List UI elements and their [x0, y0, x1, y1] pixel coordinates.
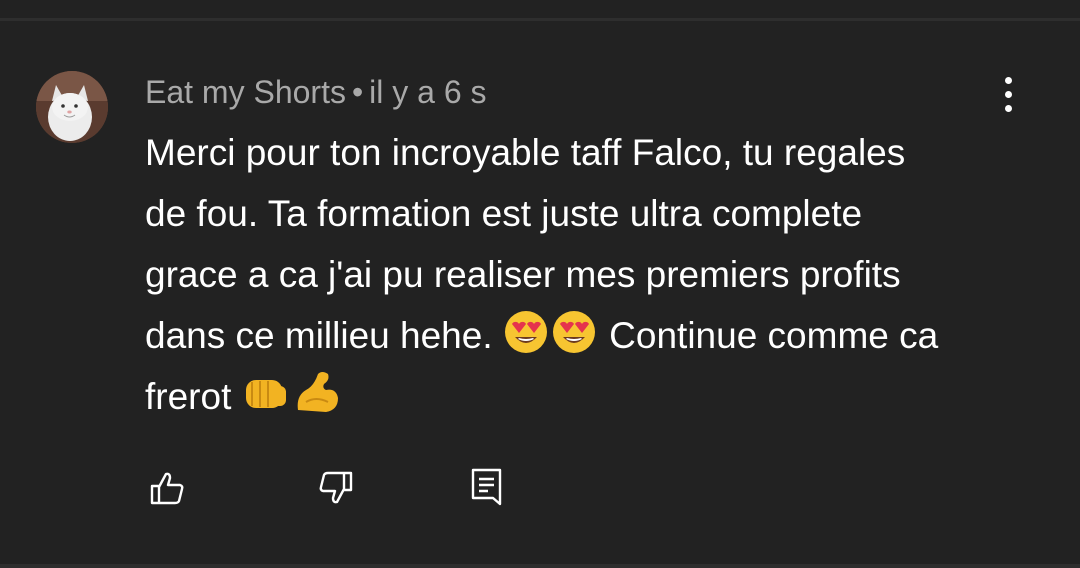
thumb-down-icon	[319, 471, 353, 504]
ellipsis-dot	[1004, 90, 1012, 98]
cat-avatar-image	[36, 71, 108, 143]
comment-line: Continue comme ca	[609, 315, 939, 356]
vertical-ellipsis-icon	[1004, 76, 1012, 84]
comment-line: dans ce millieu hehe.	[145, 315, 493, 356]
comment-line: Merci pour ton incroyable taff Falco, tu…	[145, 132, 906, 173]
reply-comment-icon	[471, 468, 502, 506]
timestamp: il y a 6 s	[369, 74, 487, 110]
author-name[interactable]: Eat my Shorts	[145, 74, 346, 110]
like-button[interactable]	[145, 466, 189, 510]
comment-meta: Eat my Shorts • il y a 6 s	[145, 72, 487, 112]
thumb-up-icon	[150, 472, 184, 505]
comment-line: de fou. Ta formation est juste ultra com…	[145, 193, 863, 234]
meta-separator: •	[351, 74, 364, 110]
comment-screen: Eat my Shorts • il y a 6 s Merci pour ton …	[0, 0, 1080, 568]
reply-button[interactable]	[464, 466, 508, 510]
comment-body: Merci pour ton incroyable taff Falco, tu…	[145, 122, 1065, 427]
bottom-divider	[0, 564, 1080, 568]
comment-line: frerot	[145, 376, 232, 417]
oncoming-fist-emoji-icon	[245, 380, 286, 408]
heart-eyes-emoji-icon	[504, 311, 547, 353]
heart-eyes-emoji-icon	[552, 311, 595, 353]
dislike-button[interactable]	[314, 466, 358, 510]
ellipsis-dot	[1004, 104, 1012, 112]
comment-line: grace a ca j'ai pu realiser mes premiers…	[145, 254, 901, 295]
flexed-biceps-emoji-icon	[297, 372, 338, 412]
avatar[interactable]	[36, 71, 108, 143]
more-options-button[interactable]	[990, 72, 1026, 116]
top-divider	[0, 18, 1080, 21]
